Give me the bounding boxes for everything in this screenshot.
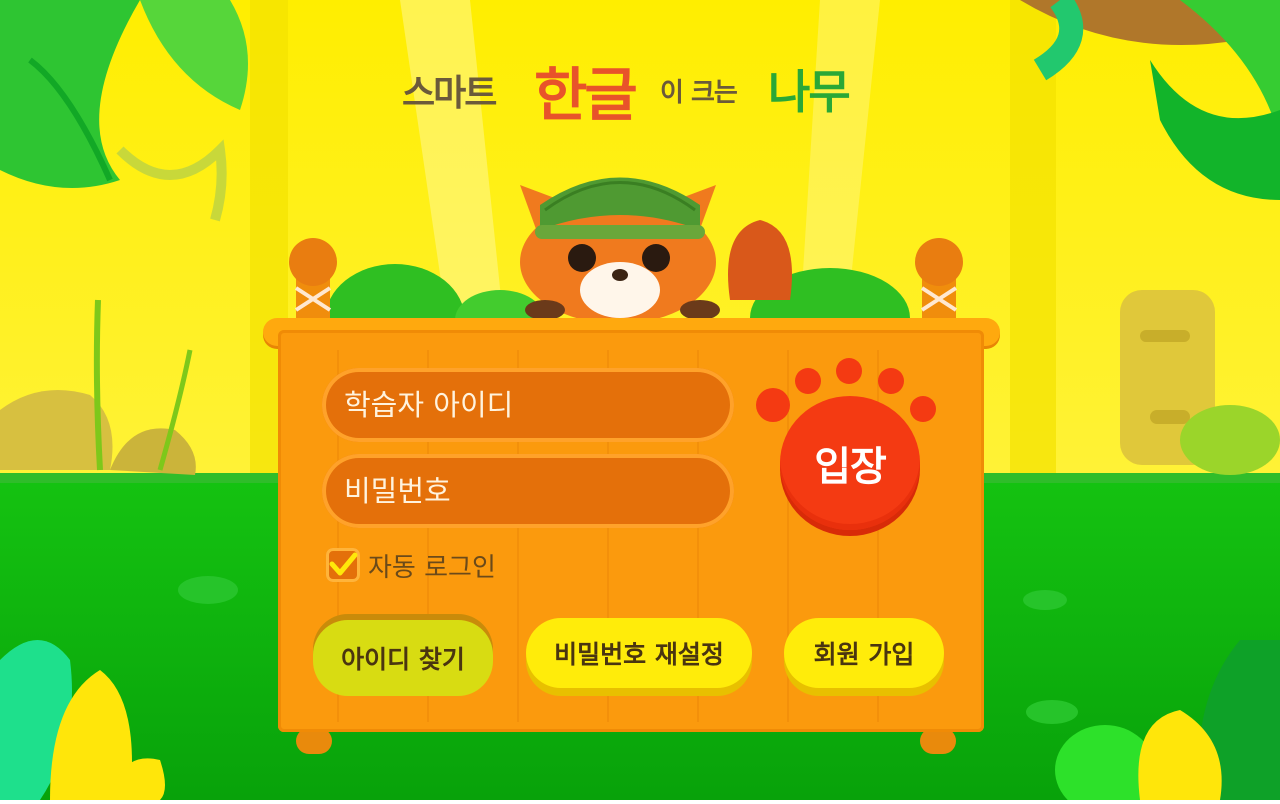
signup-button[interactable]: 회원 가입 xyxy=(784,618,944,688)
paw-toe xyxy=(795,368,821,394)
enter-button-label: 입장 xyxy=(814,444,887,490)
reset-password-button[interactable]: 비밀번호 재설정 xyxy=(526,618,752,688)
logo-text-grows: 이 크는 xyxy=(660,78,738,108)
find-id-button[interactable]: 아이디 찾기 xyxy=(313,620,493,696)
enter-button[interactable]: 입장 xyxy=(780,396,920,530)
logo-text-tree: 나무 xyxy=(768,65,851,119)
checkmark-icon xyxy=(329,552,358,576)
reset-password-label: 비밀번호 재설정 xyxy=(554,640,724,669)
find-id-label: 아이디 찾기 xyxy=(341,645,465,674)
paw-toe xyxy=(910,396,936,422)
app-logo: 스마트 한글 이 크는 나무 xyxy=(398,46,888,136)
paw-toe xyxy=(836,358,862,384)
auto-login-label: 자동 로그인 xyxy=(368,552,496,583)
logo-text-hangul: 한글 xyxy=(534,61,638,129)
paw-toe xyxy=(756,388,790,422)
signup-label: 회원 가입 xyxy=(813,640,915,669)
password-input[interactable] xyxy=(322,454,734,528)
logo-text-smart: 스마트 xyxy=(402,73,497,114)
learner-id-input[interactable] xyxy=(322,368,734,442)
auto-login-checkbox[interactable] xyxy=(326,548,360,582)
paw-toe xyxy=(878,368,904,394)
auto-login-row: 자동 로그인 xyxy=(326,548,496,583)
